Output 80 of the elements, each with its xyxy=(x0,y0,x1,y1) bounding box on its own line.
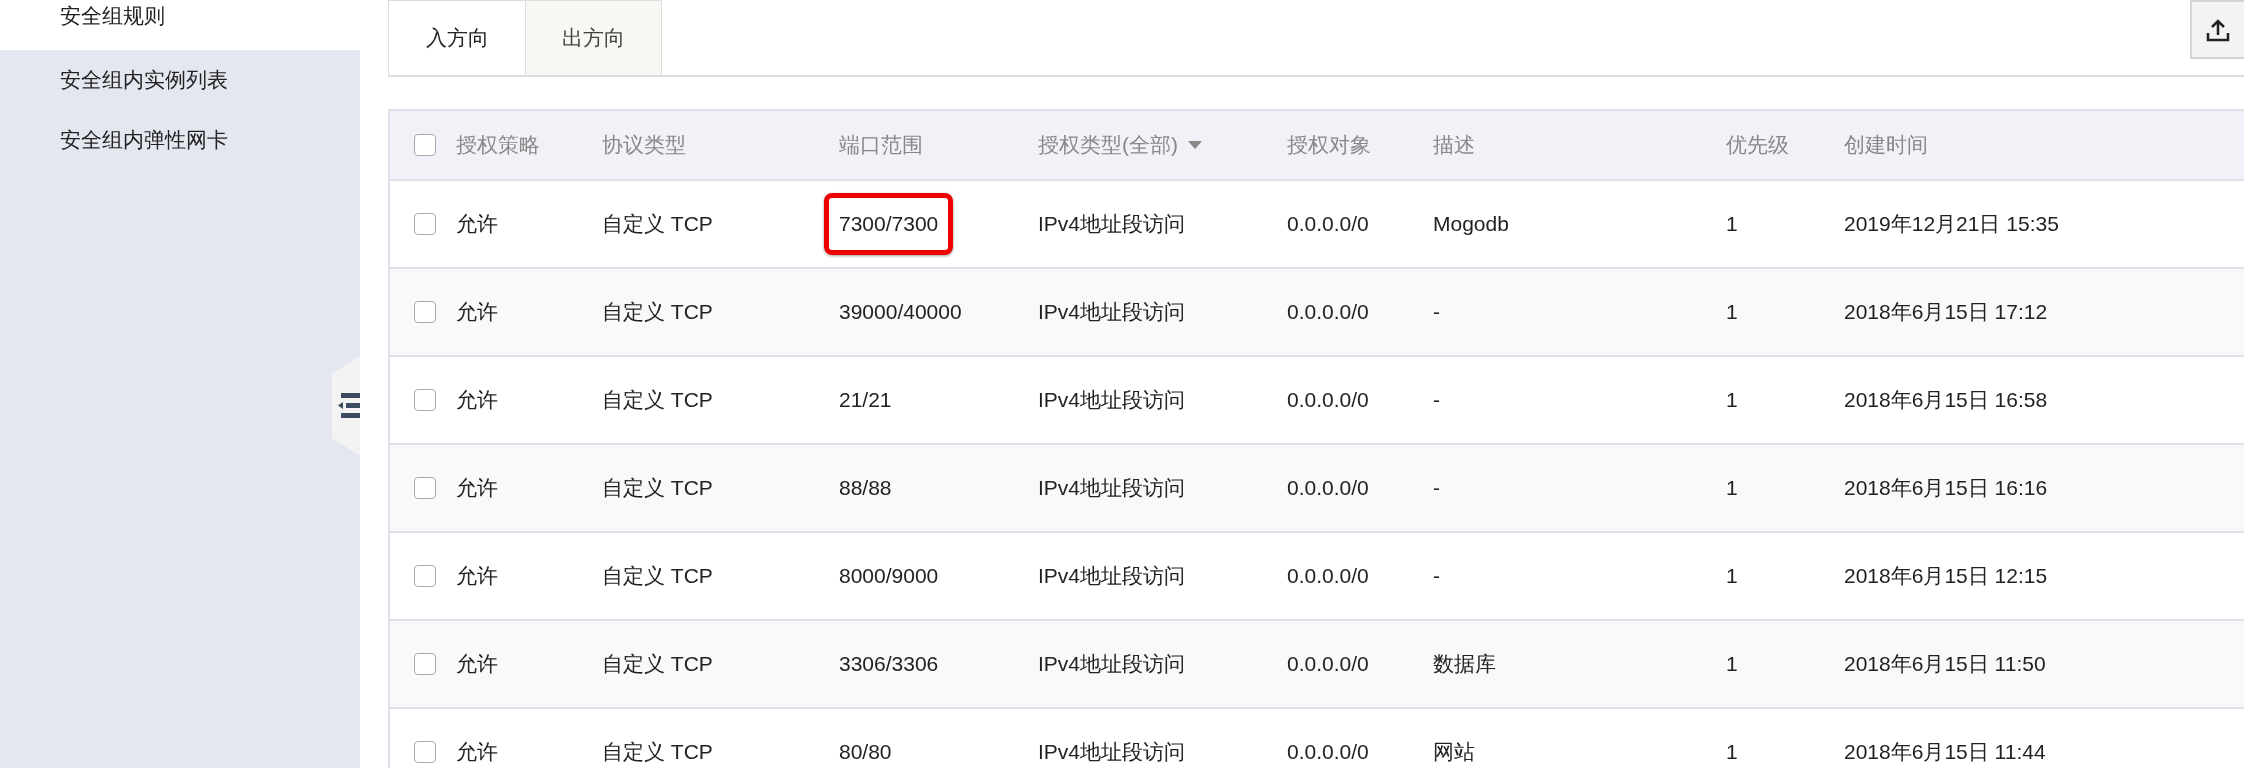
row-checkbox[interactable] xyxy=(414,477,436,499)
sidebar-item[interactable]: 安全组内实例列表 xyxy=(0,50,360,110)
table-cell-text: IPv4地址段访问 xyxy=(1038,387,1186,413)
table-cell-text: IPv4地址段访问 xyxy=(1038,651,1186,677)
table-cell: 39000/40000 xyxy=(839,300,962,324)
upload-icon xyxy=(2206,17,2230,42)
table-cell-text: 自定义 TCP xyxy=(602,563,713,589)
table-cell: 1 xyxy=(1726,652,1738,676)
direction-tab[interactable]: 出方向 xyxy=(525,0,662,75)
table-cell-text: 2018年6月15日 11:44 xyxy=(1844,739,2046,765)
column-header: 授权对象 xyxy=(1287,132,1371,158)
row-checkbox[interactable] xyxy=(414,301,436,323)
row-checkbox[interactable] xyxy=(414,389,436,411)
table-cell-text: 允许 xyxy=(456,387,498,413)
table-cell-text: 2019年12月21日 15:35 xyxy=(1844,211,2059,237)
table-cell: 1 xyxy=(1726,212,1738,236)
table-cell: 0.0.0.0/0 xyxy=(1287,212,1369,236)
table-cell-text: 允许 xyxy=(456,475,498,501)
export-button[interactable] xyxy=(2190,0,2244,59)
column-header: 授权策略 xyxy=(456,132,540,158)
column-header: 描述 xyxy=(1433,132,1475,158)
direction-tab[interactable]: 入方向 xyxy=(388,0,525,75)
caret-icon xyxy=(1188,141,1202,149)
table-cell-text: 数据库 xyxy=(1433,651,1496,677)
table-cell: - xyxy=(1433,388,1440,412)
column-header: 端口范围 xyxy=(839,132,923,158)
table-cell-text: 允许 xyxy=(456,211,498,237)
row-checkbox[interactable] xyxy=(414,741,436,763)
table-cell: Mogodb xyxy=(1433,212,1509,236)
sidebar-item[interactable]: 安全组规则 xyxy=(0,0,360,50)
table-cell-text: 自定义 TCP xyxy=(602,299,713,325)
table-cell: 1 xyxy=(1726,388,1738,412)
table-cell: 21/21 xyxy=(839,388,892,412)
table-cell-text: IPv4地址段访问 xyxy=(1038,299,1186,325)
table-cell: 7300/7300 xyxy=(824,193,954,255)
table-cell-text: 2018年6月15日 16:58 xyxy=(1844,387,2048,413)
table-cell: 0.0.0.0/0 xyxy=(1287,388,1369,412)
select-all-checkbox[interactable] xyxy=(414,134,436,156)
collapse-icon xyxy=(336,391,360,421)
table-cell: 88/88 xyxy=(839,476,892,500)
table-cell: 1 xyxy=(1726,300,1738,324)
table-cell-text: IPv4地址段访问 xyxy=(1038,739,1186,765)
row-checkbox[interactable] xyxy=(414,565,436,587)
table-cell-text: 2018年6月15日 16:16 xyxy=(1844,475,2048,501)
table-cell: 1 xyxy=(1726,564,1738,588)
table-cell-text: 允许 xyxy=(456,563,498,589)
column-header: 创建时间 xyxy=(1844,132,1928,158)
table-cell: 0.0.0.0/0 xyxy=(1287,476,1369,500)
table-cell-text: 2018年6月15日 11:50 xyxy=(1844,651,2046,677)
table-cell: 1 xyxy=(1726,476,1738,500)
table-cell-text: IPv4地址段访问 xyxy=(1038,475,1186,501)
table-cell: 0.0.0.0/0 xyxy=(1287,564,1369,588)
table-cell-text: IPv4地址段访问 xyxy=(1038,211,1186,237)
table-cell-text: 允许 xyxy=(456,651,498,677)
table-cell-text: 允许 xyxy=(456,299,498,325)
row-checkbox[interactable] xyxy=(414,213,436,235)
table-cell: 0.0.0.0/0 xyxy=(1287,652,1369,676)
table-cell: 3306/3306 xyxy=(839,652,939,676)
table-cell-text: 自定义 TCP xyxy=(602,475,713,501)
table-cell: - xyxy=(1433,300,1440,324)
table-cell: 0.0.0.0/0 xyxy=(1287,300,1369,324)
row-checkbox[interactable] xyxy=(414,653,436,675)
table-cell-text: 2018年6月15日 17:12 xyxy=(1844,299,2048,325)
table-cell-text: 自定义 TCP xyxy=(602,211,713,237)
table-cell: - xyxy=(1433,476,1440,500)
table-cell: 80/80 xyxy=(839,740,892,764)
table-cell: 1 xyxy=(1726,740,1738,764)
table-cell: 0.0.0.0/0 xyxy=(1287,740,1369,764)
table-cell-text: 自定义 TCP xyxy=(602,651,713,677)
table-cell-text: 允许 xyxy=(456,739,498,765)
table-cell-text: IPv4地址段访问 xyxy=(1038,563,1186,589)
table-cell: - xyxy=(1433,564,1440,588)
table-cell-text: 网站 xyxy=(1433,739,1475,765)
table-cell-text: 2018年6月15日 12:15 xyxy=(1844,563,2048,589)
table-cell-text: 自定义 TCP xyxy=(602,739,713,765)
table-cell: 8000/9000 xyxy=(839,564,939,588)
sidebar-item[interactable]: 安全组内弹性网卡 xyxy=(0,110,360,170)
table-cell-text: 自定义 TCP xyxy=(602,387,713,413)
column-header: 优先级 xyxy=(1726,132,1789,158)
column-header: 协议类型 xyxy=(602,132,686,158)
